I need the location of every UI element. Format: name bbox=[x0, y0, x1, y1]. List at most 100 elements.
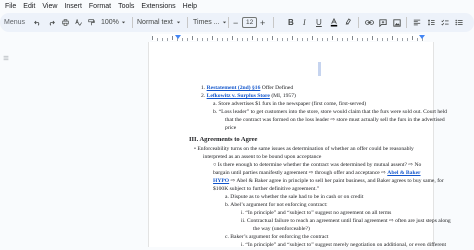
list-item: i. “In principle” and “subject to” sugge… bbox=[241, 242, 447, 248]
underline-icon: U bbox=[316, 18, 322, 27]
menu-edit[interactable]: Edit bbox=[23, 3, 35, 10]
menu-file[interactable]: File bbox=[5, 3, 16, 10]
ruler-tick bbox=[277, 38, 278, 41]
chevron-down-icon bbox=[222, 21, 226, 24]
list-item: i. “In principle” and “subject to” sugge… bbox=[241, 210, 392, 216]
ruler-tick bbox=[392, 36, 393, 40]
ruler-tick bbox=[287, 38, 288, 41]
ruler-tick bbox=[292, 36, 293, 40]
ruler-tick bbox=[197, 38, 198, 41]
bullet-item-text: ⇨ Abel & Baker agree in principle to sel… bbox=[229, 178, 444, 184]
ruler-tick bbox=[267, 38, 268, 41]
bulleted-list-button[interactable] bbox=[455, 13, 463, 32]
list-item: 1. Restatement (2nd) §16 Offer Defined bbox=[201, 85, 293, 93]
ruler-tick bbox=[342, 38, 343, 41]
print-button[interactable] bbox=[62, 13, 69, 32]
highlight-icon bbox=[345, 18, 351, 25]
menu-extensions[interactable]: Extensions bbox=[141, 3, 175, 10]
ruler-tick bbox=[227, 38, 228, 41]
ruler-tick bbox=[377, 38, 378, 41]
toolbar-divider bbox=[228, 17, 229, 28]
restatement-link[interactable]: Restatement (2nd) §16 bbox=[207, 85, 261, 91]
align-button[interactable] bbox=[413, 13, 421, 32]
spellcheck-icon bbox=[75, 19, 82, 26]
zoom-select[interactable]: 100% bbox=[101, 13, 126, 32]
line-spacing-icon bbox=[427, 19, 435, 26]
list-item-continuation: that the contract was formed on the loss… bbox=[225, 117, 445, 123]
text-color-button[interactable] bbox=[330, 13, 338, 32]
minus-icon: − bbox=[233, 17, 239, 28]
ruler-tick bbox=[217, 38, 218, 41]
ruler-tick bbox=[357, 38, 358, 41]
align-left-icon bbox=[413, 19, 421, 26]
hypo-link[interactable]: HYPO bbox=[213, 178, 229, 184]
toolbar-divider bbox=[358, 17, 359, 28]
menu-view[interactable]: View bbox=[42, 3, 57, 10]
menu-format[interactable]: Format bbox=[89, 3, 111, 10]
font-select[interactable]: Times ... bbox=[193, 13, 227, 32]
highlight-color-button[interactable] bbox=[344, 13, 352, 32]
italic-button[interactable]: I bbox=[303, 13, 306, 32]
ruler-tick bbox=[262, 38, 263, 41]
list-number: 2. bbox=[201, 93, 206, 99]
chevron-down-icon bbox=[176, 21, 180, 24]
insert-comment-button[interactable] bbox=[379, 13, 387, 32]
ruler-tick bbox=[302, 38, 303, 41]
bold-button[interactable]: B bbox=[288, 13, 294, 32]
ruler-tick bbox=[322, 38, 323, 41]
ruler-tick bbox=[252, 36, 253, 40]
ruler-tick bbox=[242, 38, 243, 41]
ruler-tick bbox=[397, 38, 398, 41]
text-cursor-highlight bbox=[318, 62, 321, 76]
insert-image-button[interactable] bbox=[393, 13, 401, 32]
bullet-item-continuation: interpreted as an assent to be bound upo… bbox=[203, 154, 322, 160]
document-page[interactable]: 1. Restatement (2nd) §16 Offer Defined 2… bbox=[148, 42, 451, 248]
menu-tools[interactable]: Tools bbox=[118, 3, 134, 10]
lefkowitz-link[interactable]: Lefkowitz v. Surplus Store bbox=[207, 93, 270, 99]
link-icon bbox=[365, 20, 374, 25]
redo-button[interactable] bbox=[48, 13, 55, 32]
font-value: Times ... bbox=[193, 19, 220, 26]
ruler-tick bbox=[367, 38, 368, 41]
font-size-field[interactable]: 12 bbox=[242, 16, 258, 29]
list-item: a. Store advertises $1 furs in the newsp… bbox=[213, 101, 367, 107]
bullet-item: ○ Is there enough to determine whether t… bbox=[213, 162, 422, 168]
ruler-tick bbox=[237, 38, 238, 41]
spellcheck-button[interactable] bbox=[75, 13, 82, 32]
search-menus[interactable]: Menus bbox=[4, 13, 25, 32]
toolbar-divider bbox=[406, 17, 407, 28]
menu-help[interactable]: Help bbox=[183, 3, 197, 10]
print-icon bbox=[62, 19, 69, 26]
style-select[interactable]: Normal text bbox=[137, 13, 181, 32]
decrease-font-size-button[interactable]: − bbox=[233, 13, 238, 32]
ruler-tick bbox=[352, 36, 353, 40]
ruler-tick bbox=[337, 38, 338, 41]
ruler-tick bbox=[417, 38, 418, 41]
ruler-tick bbox=[327, 38, 328, 41]
ruler-tick bbox=[332, 36, 333, 40]
ruler-tick bbox=[407, 38, 408, 41]
line-spacing-button[interactable] bbox=[427, 13, 435, 32]
ruler-tick bbox=[307, 38, 308, 41]
left-indent-marker[interactable] bbox=[175, 35, 181, 39]
increase-font-size-button[interactable]: + bbox=[260, 13, 265, 32]
right-indent-marker[interactable] bbox=[419, 35, 425, 39]
ruler-tick bbox=[157, 38, 158, 41]
ruler-tick bbox=[362, 38, 363, 41]
italic-icon: I bbox=[303, 18, 306, 27]
ruler-tick bbox=[222, 38, 223, 41]
ruler-tick bbox=[202, 38, 203, 41]
underline-button[interactable]: U bbox=[316, 13, 322, 32]
abel-baker-link[interactable]: Abel & Baker bbox=[387, 170, 420, 176]
menu-insert[interactable]: Insert bbox=[64, 3, 82, 10]
undo-button[interactable] bbox=[34, 13, 41, 32]
redo-icon bbox=[49, 20, 55, 26]
horizontal-ruler[interactable] bbox=[0, 33, 474, 42]
ruler-tick bbox=[172, 36, 173, 40]
insert-link-button[interactable] bbox=[365, 13, 374, 32]
list-item: b. “Loss leader” to get customers into t… bbox=[213, 109, 447, 115]
checklist-button[interactable] bbox=[441, 13, 449, 32]
paint-format-icon bbox=[88, 19, 95, 26]
list-item-continuation: price bbox=[225, 125, 237, 131]
paint-format-button[interactable] bbox=[88, 13, 95, 32]
